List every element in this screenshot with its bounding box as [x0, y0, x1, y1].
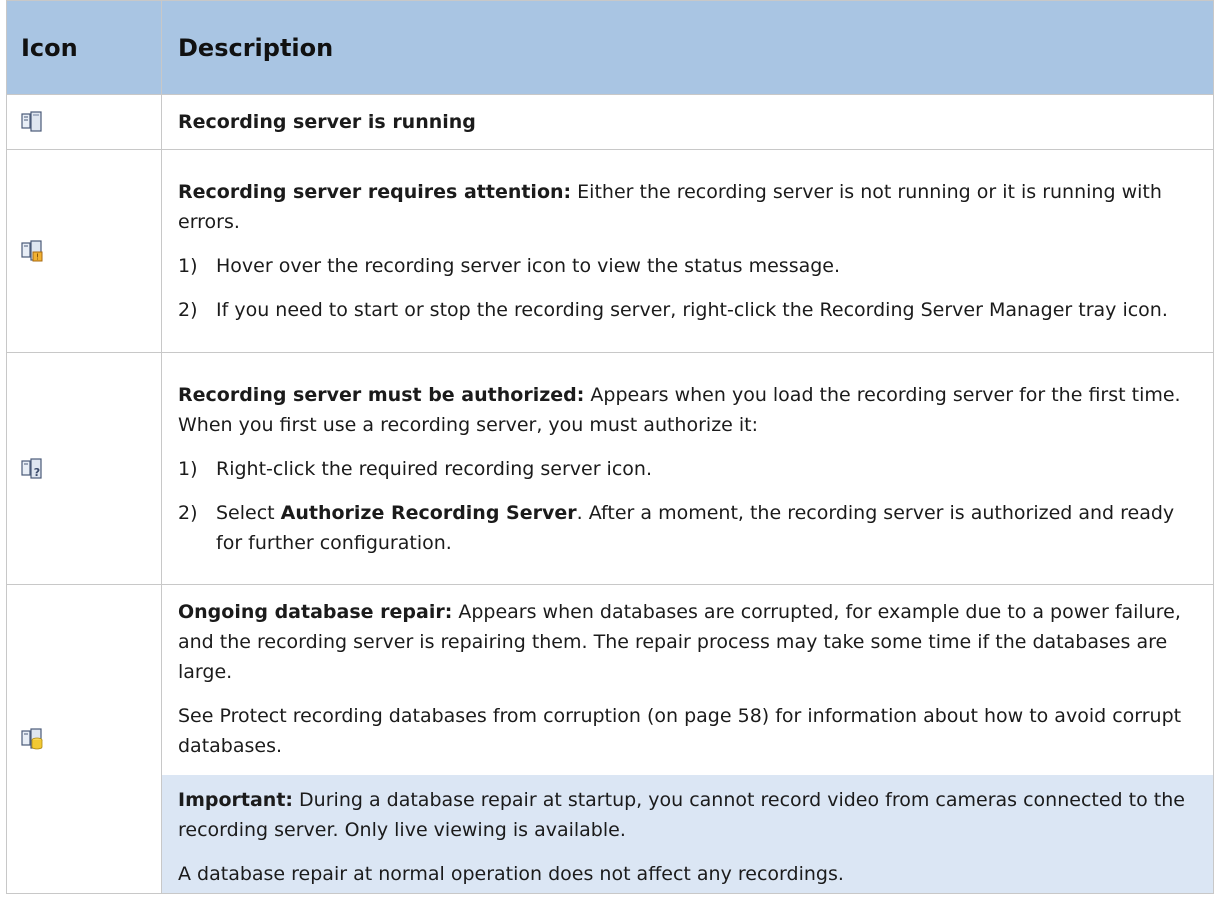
row-title: Ongoing database repair:	[178, 601, 453, 623]
note-text: Important: During a database repair at s…	[178, 785, 1199, 845]
row-title: Recording server must be authorized:	[178, 383, 585, 406]
description-cell: Recording server is running	[161, 94, 1214, 150]
icon-cell: !	[6, 149, 162, 353]
table-row: Recording server is running	[6, 94, 1214, 150]
description-column-header: Description	[161, 0, 1214, 95]
description-cell: Recording server must be authorized: App…	[161, 352, 1214, 585]
row-title: Recording server requires attention:	[178, 181, 572, 203]
note-title: Important:	[178, 789, 294, 811]
server-database-repair-icon	[21, 728, 43, 750]
step-item: 1) Right-click the required recording ser…	[178, 454, 1199, 484]
server-running-icon	[21, 111, 43, 133]
see-also-text: See Protect recording databases from cor…	[178, 705, 1182, 757]
row-description: Recording server requires attention: Eit…	[178, 177, 1199, 237]
icon-column-header: Icon	[6, 0, 162, 95]
step-number: 2)	[178, 501, 198, 524]
step-number: 2)	[178, 299, 198, 321]
note-body: During a database repair at startup, you…	[178, 789, 1185, 841]
note-extra: A database repair at normal operation do…	[178, 863, 844, 885]
step-text: Select Authorize Recording Server. After…	[216, 498, 1199, 558]
table-row: ? Recording server must be authorized: A…	[6, 352, 1214, 585]
row-description: Recording server must be authorized: App…	[178, 380, 1199, 440]
server-unauthorized-icon: ?	[21, 457, 43, 480]
icon-cell	[6, 94, 162, 150]
step-number: 1)	[178, 457, 198, 480]
svg-text:!: !	[36, 253, 39, 262]
step-item: 2) If you need to start or stop the recor…	[178, 295, 1199, 325]
icon-cell	[6, 584, 162, 894]
description-cell: Recording server requires attention: Eit…	[161, 149, 1214, 353]
step-item: 2) Select Authorize Recording Server. Aft…	[178, 498, 1199, 558]
step-text-prefix: Select	[216, 501, 281, 524]
important-note: Important: During a database repair at s…	[162, 775, 1213, 893]
row-title: Recording server is running	[178, 111, 476, 133]
icon-cell: ?	[6, 352, 162, 585]
step-number: 1)	[178, 255, 198, 277]
step-text: Right-click the required recording serve…	[216, 457, 652, 480]
authorize-recording-server-label: Authorize Recording Server	[280, 501, 577, 524]
table-row: ! Recording server requires attention: E…	[6, 149, 1214, 353]
step-text: Hover over the recording server icon to …	[216, 255, 841, 277]
row-description: Ongoing database repair: Appears when da…	[178, 597, 1199, 687]
svg-text:?: ?	[34, 466, 40, 479]
table-row: Ongoing database repair: Appears when da…	[6, 584, 1214, 894]
step-item: 1) Hover over the recording server icon t…	[178, 251, 1199, 281]
server-attention-icon: !	[21, 240, 43, 262]
description-cell: Ongoing database repair: Appears when da…	[161, 584, 1214, 894]
table-header-row: Icon Description	[6, 0, 1214, 95]
step-text: If you need to start or stop the recordi…	[216, 299, 1168, 321]
status-icons-table: Icon Description Recording server is run…	[6, 0, 1214, 894]
